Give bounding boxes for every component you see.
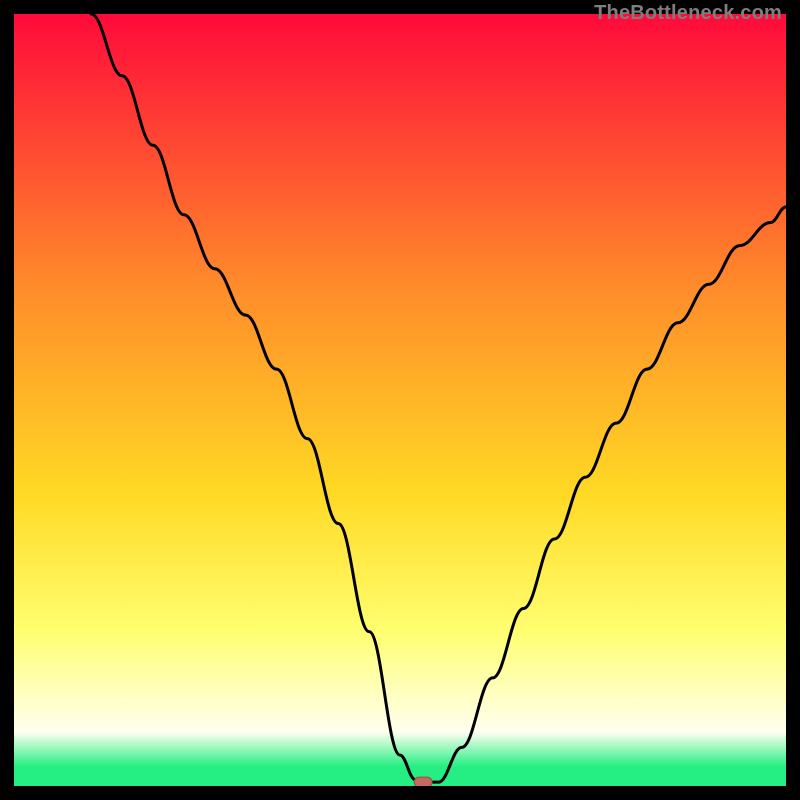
minimum-marker [414, 777, 432, 786]
chart-svg [14, 14, 786, 786]
gradient-background [14, 14, 786, 786]
green-band [14, 767, 786, 786]
chart-frame [14, 14, 786, 786]
watermark-text: TheBottleneck.com [594, 2, 782, 25]
